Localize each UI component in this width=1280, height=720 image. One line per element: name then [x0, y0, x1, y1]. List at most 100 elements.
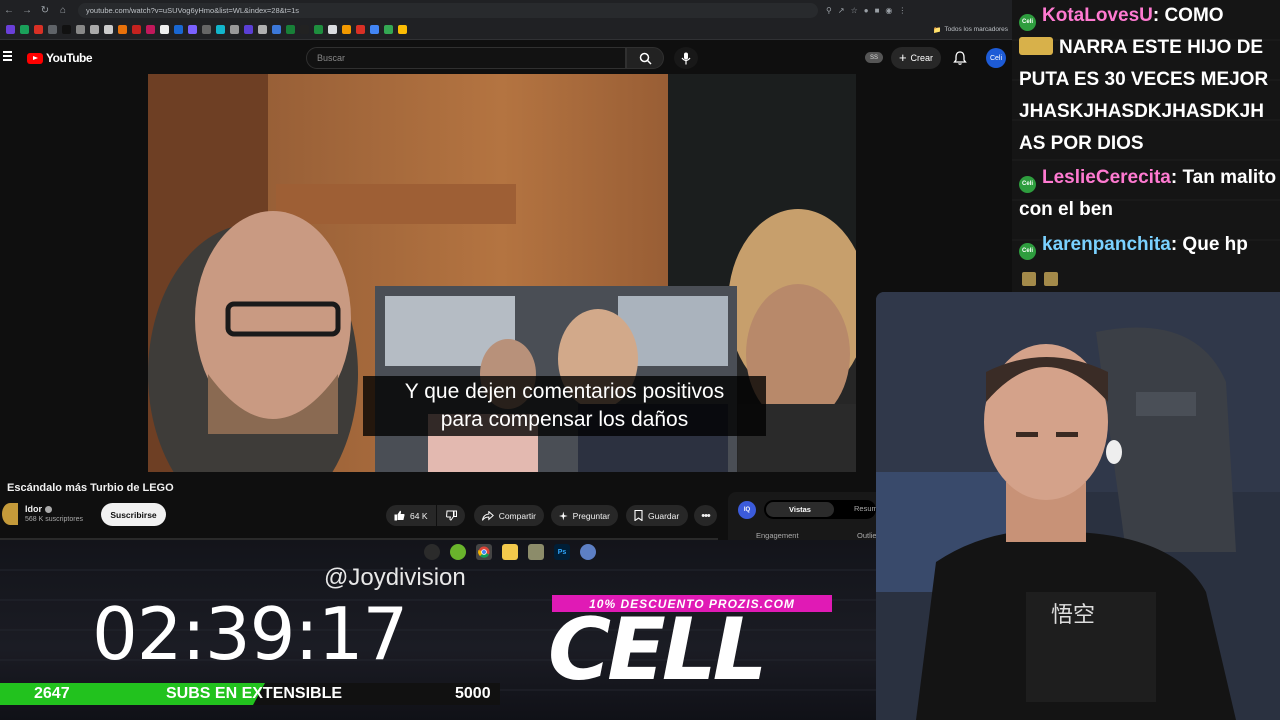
search-input[interactable]: Buscar	[306, 47, 626, 69]
subathon-timer: 02:39:17	[92, 592, 408, 676]
bookmark-icon[interactable]	[34, 25, 43, 34]
url-text: youtube.com/watch?v=uSUVog6yHmo&list=WL&…	[86, 5, 300, 15]
bookmark-icon[interactable]	[90, 25, 99, 34]
chrome-icon[interactable]	[476, 544, 492, 560]
bookmark-icon[interactable]	[230, 25, 239, 34]
file-explorer-icon[interactable]	[502, 544, 518, 560]
forward-icon[interactable]: →	[18, 0, 36, 20]
extension-icon[interactable]: ●	[864, 6, 869, 15]
chat-username[interactable]: KotaLovesU	[1042, 5, 1153, 26]
bookmark-icon[interactable]	[216, 25, 225, 34]
notifications-bell-icon[interactable]	[952, 50, 968, 66]
outliers-label: Outlie	[857, 531, 877, 540]
all-bookmarks-folder[interactable]: 📁 Todos los marcadores	[933, 26, 1008, 34]
chat-badge-icon: Celi	[1019, 176, 1036, 193]
video-player[interactable]: Y que dejen comentarios positivos para c…	[148, 74, 856, 472]
menu-dots-icon[interactable]: ⋮	[898, 6, 906, 15]
chat-emotes-row	[1022, 272, 1058, 286]
chat-emote-icon	[1044, 272, 1058, 286]
share-button[interactable]: Compartir	[474, 505, 544, 526]
search-button[interactable]	[626, 47, 664, 69]
bookmark-icon[interactable]	[342, 25, 351, 34]
home-icon[interactable]: ⌂	[54, 0, 72, 20]
plus-icon: +	[898, 50, 907, 65]
account-avatar[interactable]: Celi	[986, 48, 1006, 68]
bookmark-icon[interactable]	[202, 25, 211, 34]
chat-text: NARRA ESTE HIJO DE PUTA ES 30 VECES MEJO…	[1019, 37, 1269, 154]
subs-goal: 5000	[455, 685, 491, 702]
bookmark-icon[interactable]	[384, 25, 393, 34]
bookmark-icon[interactable]	[160, 25, 169, 34]
bookmark-icon[interactable]	[146, 25, 155, 34]
bookmark-icon[interactable]	[272, 25, 281, 34]
video-subtitle: Y que dejen comentarios positivos para c…	[363, 376, 766, 436]
channel-avatar[interactable]	[2, 503, 18, 525]
bookmark-icon[interactable]	[188, 25, 197, 34]
chrome-logo-icon	[478, 546, 490, 558]
bookmark-icon[interactable]	[398, 25, 407, 34]
more-actions-button[interactable]: •••	[694, 505, 717, 526]
app-icon[interactable]	[528, 544, 544, 560]
subscribe-button[interactable]: Suscribirse	[101, 503, 166, 526]
address-bar-row: ← → ↻ ⌂ youtube.com/watch?v=uSUVog6yHmo&…	[0, 0, 1012, 20]
bookmark-icon[interactable]	[48, 25, 57, 34]
bookmark-icon[interactable]	[76, 25, 85, 34]
bookmark-icon[interactable]	[286, 25, 295, 34]
bookmark-icon[interactable]	[6, 25, 15, 34]
tab-vistas[interactable]: Vistas	[766, 502, 834, 517]
ask-button[interactable]: Preguntar	[551, 505, 618, 526]
chat-text: : Que hp	[1170, 234, 1248, 255]
reload-icon[interactable]: ↻	[36, 0, 54, 20]
channel-name-link[interactable]: Idor	[25, 504, 52, 514]
chat-message: Celi KotaLovesU: COMO	[1019, 0, 1280, 32]
chat-username[interactable]: LeslieCerecita	[1042, 167, 1171, 188]
create-button[interactable]: + Crear	[891, 47, 941, 69]
obs-icon[interactable]	[424, 544, 440, 560]
profile-icon[interactable]: ◉	[885, 6, 892, 15]
menu-icon[interactable]	[3, 51, 12, 61]
chat-text: : COMO	[1152, 5, 1224, 26]
chat-username[interactable]: karenpanchita	[1042, 234, 1171, 255]
bookmark-icon[interactable]	[370, 25, 379, 34]
url-input[interactable]: youtube.com/watch?v=uSUVog6yHmo&list=WL&…	[78, 2, 818, 18]
chat-message: NARRA ESTE HIJO DE PUTA ES 30 VECES MEJO…	[1019, 32, 1280, 160]
photoshop-icon[interactable]: Ps	[554, 544, 570, 560]
save-button[interactable]: Guardar	[626, 505, 688, 526]
engagement-label: Engagement	[756, 531, 799, 540]
zoom-icon[interactable]: ⚲	[826, 6, 832, 15]
youtube-logo[interactable]: YouTube	[27, 51, 93, 65]
bookmark-icon[interactable]	[300, 25, 309, 34]
back-icon[interactable]: ←	[0, 0, 18, 20]
youtube-logo-text: YouTube	[46, 51, 93, 65]
subs-current: 2647	[34, 685, 70, 702]
sponsor-logo: CELL	[548, 600, 767, 700]
chat-badge-icon: Celi	[1019, 14, 1036, 31]
bookmark-icon[interactable]	[118, 25, 127, 34]
discord-icon[interactable]	[580, 544, 596, 560]
chat-emote-icon	[1019, 37, 1053, 55]
subtitle-line-2: para compensar los daños	[440, 408, 689, 431]
voice-search-button[interactable]	[674, 47, 698, 69]
like-button[interactable]: 64 K	[386, 505, 436, 526]
tab-resumen[interactable]: Resum	[854, 504, 878, 513]
bookmark-icon[interactable]	[258, 25, 267, 34]
search-icon	[639, 52, 652, 65]
save-label: Guardar	[648, 510, 680, 521]
ss-extension-badge[interactable]: SS	[865, 52, 883, 63]
channel-name: Idor	[25, 504, 42, 514]
bookmark-icon[interactable]	[20, 25, 29, 34]
bookmark-icon[interactable]	[328, 25, 337, 34]
iq-logo-icon[interactable]: IQ	[738, 501, 756, 519]
puzzle-icon[interactable]: ■	[875, 6, 880, 15]
bookmark-icon[interactable]	[104, 25, 113, 34]
bookmark-icon[interactable]	[174, 25, 183, 34]
share-page-icon[interactable]: ↗	[838, 6, 845, 15]
bookmark-icon[interactable]	[132, 25, 141, 34]
spotify-icon[interactable]	[450, 544, 466, 560]
dislike-button[interactable]	[437, 505, 465, 526]
bookmark-icon[interactable]	[356, 25, 365, 34]
bookmark-icon[interactable]	[314, 25, 323, 34]
bookmark-star-icon[interactable]: ☆	[851, 6, 858, 15]
bookmark-icon[interactable]	[62, 25, 71, 34]
bookmark-icon[interactable]	[244, 25, 253, 34]
